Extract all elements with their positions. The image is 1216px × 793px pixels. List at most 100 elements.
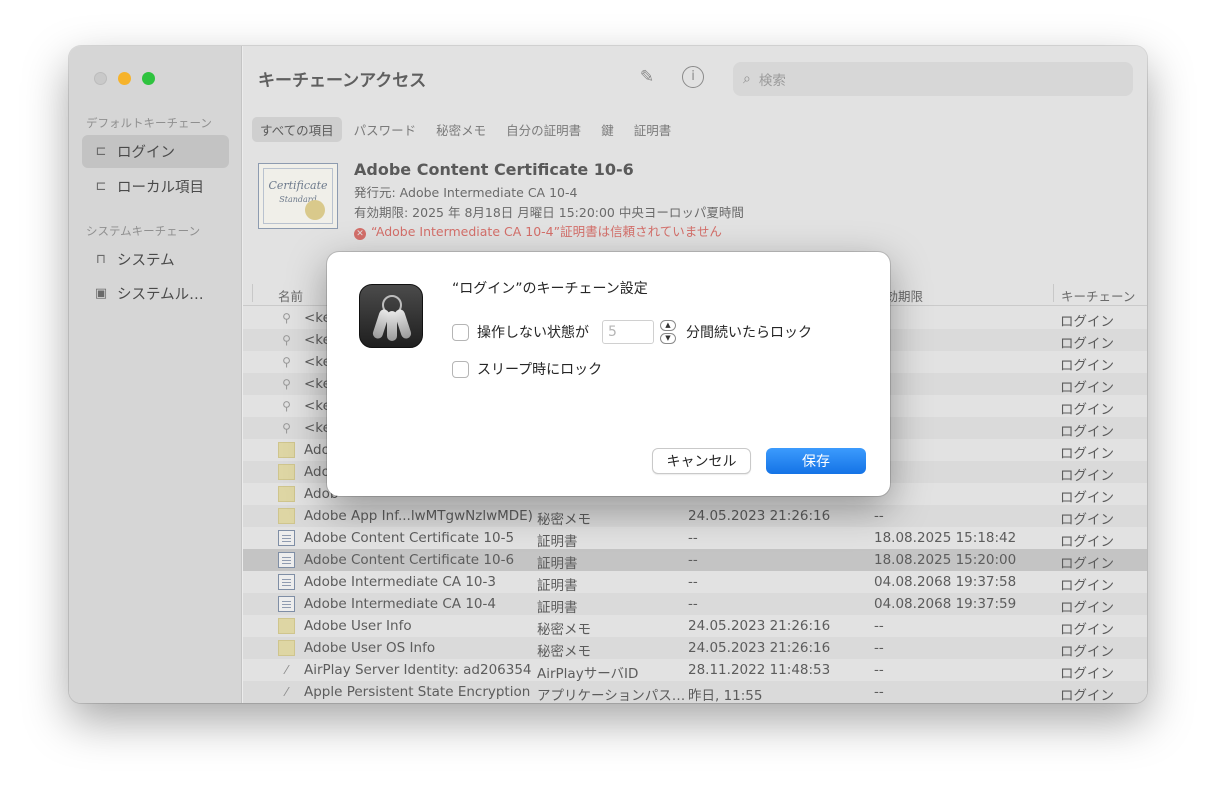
tab-secure-notes[interactable]: 秘密メモ bbox=[428, 117, 494, 142]
cell-keychain: ログイン bbox=[1060, 424, 1114, 440]
sleep-lock-checkbox[interactable] bbox=[452, 360, 469, 378]
sidebar-item-label: システム bbox=[117, 253, 175, 269]
key-icon: ⚲ bbox=[282, 377, 291, 391]
error-icon: ✕ bbox=[354, 228, 366, 240]
certificate-icon: Certificate Standard bbox=[258, 163, 338, 229]
cert-trust-error: ✕ “Adobe Intermediate CA 10-4”証明書は信頼されていま… bbox=[354, 221, 722, 240]
cell-keychain: ログイン bbox=[1060, 512, 1114, 528]
search-field[interactable]: ⌕ 検索 bbox=[733, 62, 1133, 96]
cell-expires: 18.08.2025 15:20:00 bbox=[874, 552, 1017, 568]
cell-name: Adobe User OS Info bbox=[304, 640, 436, 656]
app-password-icon: ⁄ bbox=[285, 663, 288, 677]
cell-modified: -- bbox=[688, 530, 698, 546]
column-keychain[interactable]: キーチェーン bbox=[1061, 286, 1135, 305]
note-icon bbox=[278, 486, 295, 502]
cell-kind: 証明書 bbox=[537, 534, 578, 550]
cell-name: Adobe User Info bbox=[304, 618, 412, 634]
sidebar-item-login[interactable]: ⊏ ログイン bbox=[82, 135, 229, 168]
cert-trust-error-text: “Adobe Intermediate CA 10-4”証明書は信頼されていませ… bbox=[371, 224, 722, 239]
cell-keychain: ログイン bbox=[1060, 468, 1114, 484]
table-row[interactable]: ⁄ Apple Persistent State Encryption アプリケーシ… bbox=[243, 681, 1147, 703]
unlock-icon: ⊏ bbox=[95, 179, 107, 194]
tab-all-items[interactable]: すべての項目 bbox=[252, 117, 342, 142]
cell-kind: 証明書 bbox=[537, 578, 578, 594]
cell-keychain: ログイン bbox=[1060, 666, 1114, 682]
cell-modified: -- bbox=[688, 552, 698, 568]
idle-lock-checkbox[interactable] bbox=[452, 323, 469, 341]
cell-keychain: ログイン bbox=[1060, 688, 1114, 703]
column-name[interactable]: 名前 bbox=[278, 286, 303, 305]
sidebar-item-system[interactable]: ⊓ システム bbox=[82, 243, 229, 276]
idle-lock-suffix: 分間続いたらロック bbox=[686, 325, 812, 341]
system-keychains-header: システムキーチェーン bbox=[86, 224, 201, 238]
tab-passwords[interactable]: パスワード bbox=[346, 117, 425, 142]
save-button[interactable]: 保存 bbox=[766, 448, 866, 474]
sidebar-item-local[interactable]: ⊏ ローカル項目 bbox=[82, 170, 229, 203]
sidebar-item-label: ローカル項目 bbox=[117, 180, 204, 196]
sleep-lock-row: スリープ時にロック bbox=[452, 359, 602, 379]
tab-certificates[interactable]: 証明書 bbox=[626, 117, 680, 142]
minimize-window-button[interactable] bbox=[118, 72, 131, 85]
note-icon bbox=[278, 508, 295, 524]
keychain-app-icon bbox=[359, 284, 423, 348]
key-icon: ⚲ bbox=[282, 333, 291, 347]
cell-keychain: ログイン bbox=[1060, 578, 1114, 594]
table-row[interactable]: Adobe Content Certificate 10-5 証明書 -- 18.08… bbox=[243, 527, 1147, 550]
cell-kind: AirPlayサーバID bbox=[537, 666, 639, 682]
table-row[interactable]: Adobe Intermediate CA 10-3 証明書 -- 04.08.206… bbox=[243, 571, 1147, 594]
stepper-down-icon[interactable]: ▼ bbox=[660, 333, 676, 344]
cell-keychain: ログイン bbox=[1060, 380, 1114, 396]
sidebar-item-system-roots[interactable]: ▣ システムル… bbox=[82, 277, 229, 310]
cell-expires: -- bbox=[874, 508, 884, 524]
minutes-stepper[interactable]: ▲ ▼ bbox=[660, 320, 676, 344]
cell-expires: -- bbox=[874, 662, 884, 678]
cancel-button[interactable]: キャンセル bbox=[652, 448, 751, 474]
stepper-up-icon[interactable]: ▲ bbox=[660, 320, 676, 331]
dialog-title: “ログイン”のキーチェーン設定 bbox=[452, 281, 648, 297]
cell-keychain: ログイン bbox=[1060, 534, 1114, 550]
cell-modified: 24.05.2023 21:26:16 bbox=[688, 618, 831, 634]
table-row[interactable]: Adobe User OS Info 秘密メモ 24.05.2023 21:26:1… bbox=[243, 637, 1147, 660]
cell-keychain: ログイン bbox=[1060, 358, 1114, 374]
cell-expires: 04.08.2068 19:37:58 bbox=[874, 574, 1017, 590]
certificate-image-text: Certificate bbox=[268, 179, 328, 192]
table-row[interactable]: Adobe User Info 秘密メモ 24.05.2023 21:26:16 --… bbox=[243, 615, 1147, 638]
sidebar-item-label: システムル… bbox=[117, 287, 204, 303]
cell-name: Adobe Intermediate CA 10-3 bbox=[304, 574, 496, 590]
note-icon bbox=[278, 618, 295, 634]
table-row[interactable]: ⁄ AirPlay Server Identity: ad206354 AirPla… bbox=[243, 659, 1147, 682]
note-icon bbox=[278, 464, 295, 480]
table-row[interactable]: Adobe Content Certificate 10-6 証明書 -- 18.08… bbox=[243, 549, 1147, 572]
table-row[interactable]: Adobe Intermediate CA 10-4 証明書 -- 04.08.206… bbox=[243, 593, 1147, 616]
cell-modified: -- bbox=[688, 574, 698, 590]
idle-minutes-field[interactable]: 5 bbox=[602, 320, 654, 344]
compose-icon[interactable]: ✎ bbox=[636, 66, 658, 88]
key-icon: ⚲ bbox=[282, 421, 291, 435]
cell-expires: -- bbox=[874, 618, 884, 634]
cell-expires: -- bbox=[874, 684, 884, 700]
window-title: キーチェーンアクセス bbox=[258, 71, 427, 91]
zoom-window-button[interactable] bbox=[142, 72, 155, 85]
cell-keychain: ログイン bbox=[1060, 336, 1114, 352]
app-password-icon: ⁄ bbox=[285, 685, 288, 699]
tab-keys[interactable]: 鍵 bbox=[593, 117, 622, 142]
cell-name: Adobe Content Certificate 10-6 bbox=[304, 552, 515, 568]
vault-icon: ▣ bbox=[94, 286, 108, 301]
cell-modified: 昨日, 11:55 bbox=[688, 688, 763, 703]
key-icon: ⚲ bbox=[282, 311, 291, 325]
certificate-icon bbox=[278, 574, 295, 590]
info-icon[interactable]: i bbox=[682, 66, 704, 88]
search-icon: ⌕ bbox=[743, 71, 751, 87]
search-placeholder: 検索 bbox=[758, 73, 786, 89]
table-row[interactable]: Adobe App Inf...lwMTgwNzlwMDE) 秘密メモ 24.05.… bbox=[243, 505, 1147, 528]
cell-expires: -- bbox=[874, 640, 884, 656]
close-window-button[interactable] bbox=[94, 72, 107, 85]
cell-name: Apple Persistent State Encryption bbox=[304, 684, 531, 700]
cert-issuer: 発行元: Adobe Intermediate CA 10-4 bbox=[354, 185, 578, 200]
cell-kind: 秘密メモ bbox=[537, 512, 591, 528]
cell-keychain: ログイン bbox=[1060, 446, 1114, 462]
cell-expires: 18.08.2025 15:18:42 bbox=[874, 530, 1017, 546]
cell-name: Adobe App Inf...lwMTgwNzlwMDE) bbox=[304, 508, 533, 524]
unlock-icon: ⊏ bbox=[95, 144, 107, 159]
tab-my-certificates[interactable]: 自分の証明書 bbox=[498, 117, 589, 142]
